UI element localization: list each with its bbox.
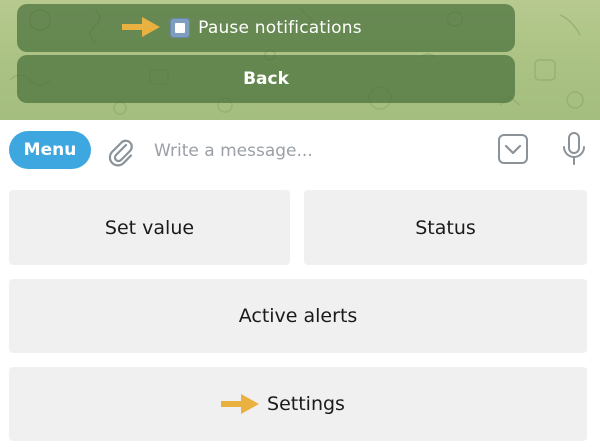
reply-keyboard: Set value Status Active alerts Settings bbox=[0, 180, 600, 447]
back-label: Back bbox=[243, 69, 289, 89]
stop-button-emoji bbox=[170, 18, 191, 38]
menu-button[interactable]: Menu bbox=[9, 131, 91, 169]
active-alerts-button[interactable]: Active alerts bbox=[9, 279, 587, 353]
set-value-label: Set value bbox=[104, 216, 195, 239]
microphone-icon[interactable] bbox=[560, 131, 588, 167]
settings-button[interactable]: Settings bbox=[9, 367, 587, 441]
pause-notifications-button[interactable]: Pause notifications bbox=[17, 4, 515, 52]
set-value-button[interactable]: Set value bbox=[9, 190, 290, 265]
status-button[interactable]: Status bbox=[304, 190, 587, 265]
status-label: Status bbox=[415, 216, 476, 239]
paperclip-icon[interactable] bbox=[106, 137, 136, 167]
menu-button-label: Menu bbox=[23, 140, 77, 160]
active-alerts-label: Active alerts bbox=[238, 305, 358, 327]
chat-background: Pause notifications Back bbox=[0, 0, 600, 120]
keyboard-toggle-icon[interactable] bbox=[497, 133, 529, 165]
highlight-arrow-icon bbox=[221, 394, 260, 414]
pause-notifications-label: Pause notifications bbox=[198, 18, 362, 38]
back-button[interactable]: Back bbox=[17, 55, 515, 103]
highlight-arrow-icon bbox=[122, 17, 160, 37]
settings-label: Settings bbox=[267, 393, 345, 415]
message-input[interactable] bbox=[152, 134, 476, 168]
